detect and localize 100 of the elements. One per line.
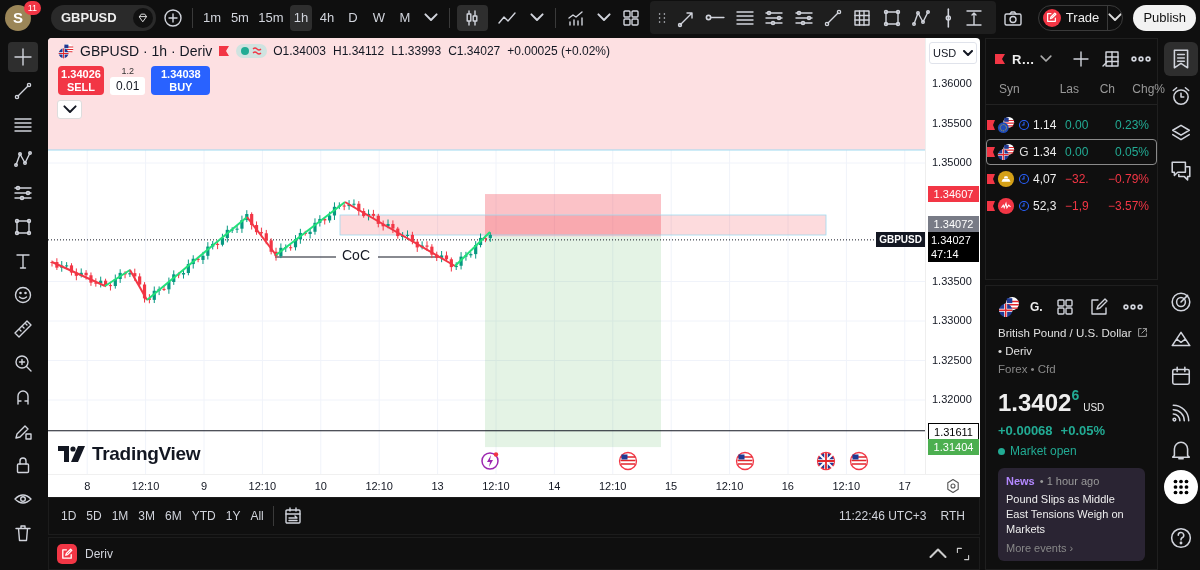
currency-dropdown[interactable]: USD <box>929 42 977 64</box>
time-label: 15 <box>663 480 679 492</box>
interval-tab[interactable]: M <box>393 4 416 31</box>
price-tag: 1.31611 <box>928 422 979 441</box>
time-label: 16 <box>780 480 795 492</box>
watchlist-title[interactable]: R… <box>1012 51 1035 67</box>
time-label: 13 <box>430 480 445 492</box>
quantity-field[interactable]: 0.01 <box>110 77 146 95</box>
price-label: 1.32000 <box>932 393 972 405</box>
change-percent: −3.57% <box>1106 199 1149 213</box>
price-label: 1.33500 <box>932 274 972 287</box>
change-value: −32. <box>1065 172 1090 186</box>
buy-button[interactable]: 1.34038 BUY <box>151 66 211 95</box>
price-tag: 1.34072 <box>928 215 979 232</box>
chart-title[interactable]: GBPUSD · 1h · Deriv <box>80 43 213 59</box>
price-tag: 1.34607 <box>928 186 979 203</box>
interval-tab[interactable]: D <box>341 4 364 31</box>
interval-tab[interactable]: W <box>367 4 390 31</box>
last-price: 1.34 <box>1033 145 1058 159</box>
price-label: 1.32500 <box>932 353 972 366</box>
time-label: 12:10 <box>831 480 862 492</box>
price-label: 1.35500 <box>932 116 972 129</box>
symbol-tag: GBPUSD <box>876 231 925 247</box>
chart-annotation[interactable]: CoC <box>340 247 372 263</box>
symbol-name[interactable]: British Pound / U.S. Dollar <box>998 326 1132 339</box>
change-value: +0.00068 <box>998 423 1053 438</box>
exchange-name[interactable]: • Deriv <box>998 345 1145 357</box>
price-tag: 1.34027 47:14 <box>928 231 979 262</box>
range-button[interactable]: 6M <box>161 506 186 526</box>
price-axis[interactable]: USD 1.36000 1.35500 1.35000 1.33500 1.33000 1.32500 1.32000 1.34607 1.34072 1.34027 47:14 1.31611 1.31404 <box>925 38 980 474</box>
change-percent: −0.79% <box>1106 172 1149 186</box>
interval-tab[interactable]: 1m <box>200 4 224 31</box>
change-value: 0.00 <box>1065 118 1090 132</box>
trade-button[interactable]: Trade <box>1038 5 1109 30</box>
range-button[interactable]: 5D <box>82 506 106 526</box>
ohlc-value: L1.33993 <box>391 44 442 58</box>
time-label: 12:10 <box>364 480 394 492</box>
time-label: 10 <box>313 480 328 492</box>
sell-button[interactable]: 1.34026 SELL <box>58 66 104 95</box>
time-label: 12:10 <box>247 480 278 492</box>
session-button[interactable]: RTH <box>934 509 971 523</box>
logo-text: TradingView <box>92 443 201 465</box>
watchlist-row[interactable]: 4,07 −32. −0.79% <box>986 166 1157 192</box>
last-price: 1.14 <box>1033 118 1058 132</box>
price-label: 1.35000 <box>932 156 972 168</box>
tradingview-logo[interactable]: TradingView <box>58 443 201 465</box>
notification-badge: 11 <box>23 0 41 15</box>
range-button[interactable]: All <box>246 506 268 526</box>
symbol-text[interactable]: G. <box>1030 300 1043 314</box>
interval-tab[interactable]: 5m <box>228 4 252 31</box>
more-events-link[interactable]: More events › <box>1006 542 1137 554</box>
time-label: 17 <box>897 480 912 492</box>
time-label: 12:10 <box>597 480 628 492</box>
range-button[interactable]: 1Y <box>221 506 245 526</box>
change-value: 0.00 <box>1065 145 1090 159</box>
watchlist-row[interactable]: G 1.34 0.00 0.05% <box>986 139 1157 165</box>
last-price: 1.3402$^{6}$ <box>998 389 1080 417</box>
price-label: 1.36000 <box>932 77 972 89</box>
news-card[interactable]: News • 1 hour ago Pound Slips as Middle East Tensions Weigh on Markets More events › <box>998 468 1145 561</box>
time-label: 12:10 <box>481 480 511 492</box>
news-headline[interactable]: Pound Slips as Middle East Tensions Weigh on Markets <box>1006 492 1137 537</box>
ohlc-value: +0.00025 (+0.02%) <box>507 44 610 58</box>
range-button[interactable]: 3M <box>134 506 160 526</box>
currency-label: USD <box>1083 402 1105 413</box>
clock-time[interactable]: 11:22:46 UTC+3 <box>833 509 933 523</box>
last-price: 52,3 <box>1033 199 1058 213</box>
change-percent: 0.05% <box>1113 145 1149 159</box>
time-label: 12:10 <box>130 480 161 492</box>
time-label: 14 <box>547 480 562 492</box>
watchlist-row[interactable]: 1.14 0.00 0.23% <box>986 112 1157 138</box>
last-price: 4,07 <box>1033 172 1058 186</box>
time-label: 9 <box>199 480 209 492</box>
column-header[interactable]: Syn <box>999 81 1049 96</box>
panel-title[interactable]: Deriv <box>85 546 921 561</box>
interval-tab[interactable]: 4h <box>315 4 338 31</box>
interval-tab[interactable]: 15m <box>255 4 286 31</box>
ohlc-value: H1.34112 <box>332 44 385 58</box>
market-status: Market open <box>1010 444 1077 458</box>
publish-button[interactable]: Publish <box>1133 4 1196 31</box>
time-label: 8 <box>83 480 92 492</box>
change-percent: 0.23% <box>1113 118 1149 132</box>
symbol-search[interactable]: GBPUSD <box>51 4 156 31</box>
interval-tab[interactable]: 1h <box>289 4 312 31</box>
ohlc-value: C1.34027 <box>448 44 501 58</box>
column-header[interactable]: Las <box>1049 81 1079 96</box>
watchlist-row[interactable]: 52,3 −1,9 −3.57% <box>986 193 1157 219</box>
time-label: 12:10 <box>714 480 745 492</box>
column-header[interactable]: Chg% <box>1115 81 1165 96</box>
spread-value: 1.2 <box>121 66 134 76</box>
news-tag: News <box>1006 475 1035 487</box>
change-value: −1,9 <box>1065 199 1090 213</box>
range-button[interactable]: 1M <box>107 506 133 526</box>
price-label: 1.33000 <box>932 314 972 326</box>
price-tag: 1.31404 <box>928 439 979 456</box>
range-button[interactable]: 1D <box>57 506 81 526</box>
ohlc-value: O1.34003 <box>273 44 326 58</box>
column-header[interactable]: Ch <box>1079 81 1115 96</box>
symbol-category: Forex • Cfd <box>998 363 1057 375</box>
range-button[interactable]: YTD <box>187 506 220 526</box>
news-time: • 1 hour ago <box>1039 475 1100 487</box>
